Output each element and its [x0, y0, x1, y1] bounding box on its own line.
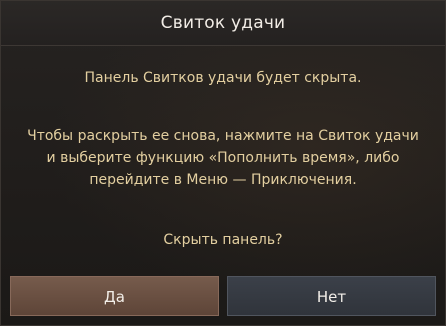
dialog-buttons: Да Нет — [10, 276, 436, 316]
question-text: Скрыть панель? — [163, 232, 283, 248]
confirm-button[interactable]: Да — [10, 276, 219, 316]
dialog-body: Панель Свитков удачи будет скрыта. Чтобы… — [1, 45, 445, 267]
message-line: перейдите в Меню — Приключения. — [89, 172, 357, 188]
dialog-header: Свиток удачи — [1, 1, 445, 46]
fortune-scroll-dialog: Свиток удачи Панель Свитков удачи будет … — [0, 0, 446, 326]
message-line: Панель Свитков удачи будет скрыта. — [84, 70, 362, 86]
confirm-question: Скрыть панель? — [1, 229, 445, 251]
message-line: Чтобы раскрыть ее снова, нажмите на Свит… — [27, 128, 419, 144]
message-hide-notice: Панель Свитков удачи будет скрыта. — [1, 67, 445, 89]
message-line: и выберите функцию «Пополнить время», ли… — [46, 150, 400, 166]
message-instructions: Чтобы раскрыть ее снова, нажмите на Свит… — [1, 125, 445, 191]
cancel-button[interactable]: Нет — [227, 276, 436, 316]
dialog-title: Свиток удачи — [160, 13, 286, 33]
